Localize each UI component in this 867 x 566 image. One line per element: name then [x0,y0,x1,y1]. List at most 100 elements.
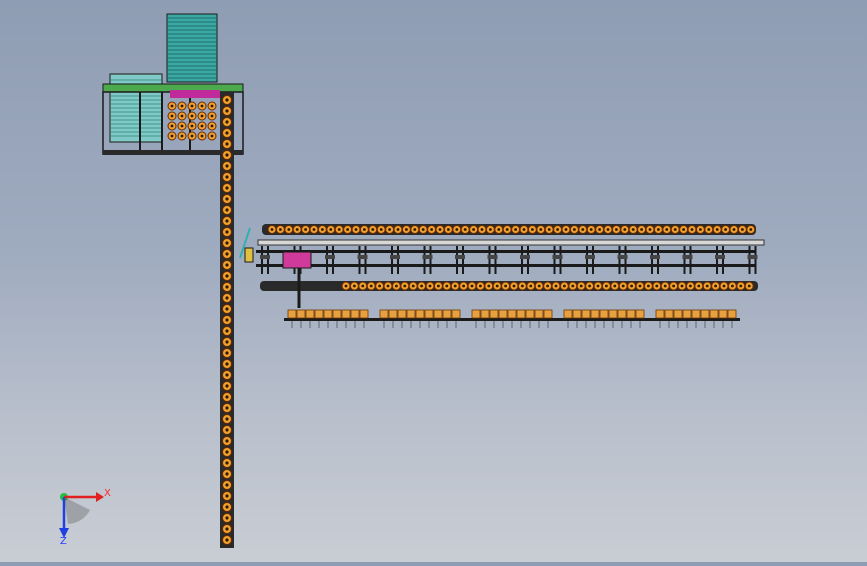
roller-hub [573,228,576,231]
roller-hub [379,228,383,231]
roller-hub [312,228,316,231]
roller-hub [479,284,482,288]
lower-rollers [341,281,754,291]
roller-hub [420,284,423,288]
roller-hub [170,124,174,128]
roller-hub [571,284,575,288]
vertical-conveyor[interactable] [220,92,234,548]
roller-hub [472,228,475,231]
roller-hub [537,284,541,288]
carton [682,309,692,319]
roller-hub [741,228,744,231]
roller-hub [563,284,566,288]
roller-hub [225,483,229,487]
roller-hub [512,284,516,288]
roller-hub [495,284,499,288]
carton [626,309,636,319]
carton [323,309,333,319]
roller-hub [378,284,381,288]
roller-hub [445,284,449,288]
lower-conveyor[interactable] [260,281,758,291]
roller-hub [200,134,204,138]
roller-hub [386,284,390,288]
carton [664,309,674,319]
carton-output-line[interactable] [284,309,740,328]
roller-hub [225,527,229,531]
transfer-beam-top [256,250,756,253]
transfer-frame[interactable] [256,246,758,274]
roller-hub [487,284,491,288]
roller-hub [225,439,229,443]
carton [673,309,683,319]
roller-hub [731,284,734,288]
carton [691,309,701,319]
roller-hub [705,284,709,288]
carton [451,309,461,319]
roller-hub [210,104,214,108]
carton [635,309,645,319]
roller-hub [346,228,349,231]
roller-hub [715,228,719,231]
roller-hub [665,228,669,231]
carton [350,309,360,319]
roller-hub [447,228,450,231]
roller-hub [225,230,229,234]
carton [442,309,452,319]
roller-hub [225,461,229,465]
carton [397,309,407,319]
transfer-beam-bottom [256,264,756,267]
roller-hub [225,384,229,388]
roller-hub [225,285,229,289]
roller-hub [190,114,194,118]
roller-hub [225,406,229,410]
roller-hub [497,228,501,231]
roller-hub [539,228,543,231]
roller-hub [225,395,229,399]
carton [480,309,490,319]
roller-hub [225,109,229,113]
upper-conveyor[interactable] [262,224,756,235]
roller-hub [225,263,229,267]
roller-hub [225,538,229,542]
roller-hub [180,124,184,128]
roller-hub [640,228,643,231]
assembly-model[interactable] [0,0,867,562]
roller-hub [598,228,601,231]
roller-hub [547,228,551,231]
roller-hub [621,284,625,288]
roller-hub [655,284,659,288]
roller-hub [337,228,341,231]
cad-viewport[interactable]: X Z [0,0,867,562]
roller-hub [225,120,229,124]
roller-hub [225,516,229,520]
carton [700,309,710,319]
roller-hub [514,228,517,231]
roller-hub [421,228,425,231]
coordinate-triad-icon[interactable]: X Z [44,480,114,546]
roller-hub [522,228,526,231]
roller-hub [455,228,459,231]
roller-hub [438,228,442,231]
roller-hub [714,284,717,288]
roller-hub [707,228,711,231]
gripper-block [260,255,270,259]
roller-hub [596,284,600,288]
roller-hub [170,134,174,138]
roller-hub [428,284,432,288]
roller-hub [411,284,415,288]
roller-hub [225,505,229,509]
carton [543,309,553,319]
carton [433,309,443,319]
gripper-block [357,255,368,259]
carton [305,309,315,319]
roller-hub [363,228,366,231]
roller-hub [680,284,684,288]
carton [332,309,342,319]
roller-hub [190,134,194,138]
roller-hub [353,284,356,288]
roller-hub [606,228,610,231]
carton [581,309,591,319]
roller-hub [638,284,642,288]
roller-hub [369,284,373,288]
carton [599,309,609,319]
